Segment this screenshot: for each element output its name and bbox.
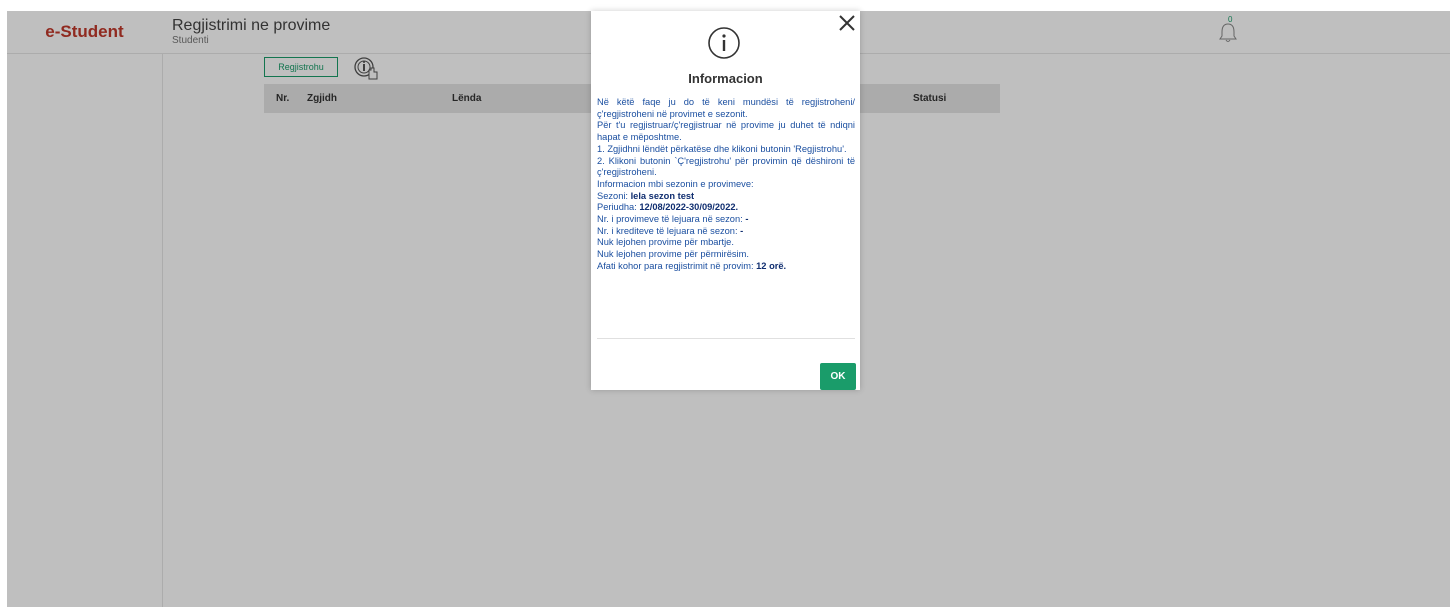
season-line: Sezoni: Iela sezon test <box>597 191 855 203</box>
close-icon[interactable] <box>838 14 856 32</box>
modal-title: Informacion <box>688 71 763 86</box>
period-label: Periudha: <box>597 202 640 213</box>
season-value: Iela sezon test <box>630 190 695 201</box>
info-line: Në këtë faqe ju do të keni mundësi të re… <box>597 97 855 119</box>
info-line: 1. Zgjidhni lëndët përkatëse dhe klikoni… <box>597 143 847 154</box>
period-value: 12/08/2022-30/09/2022. <box>639 202 739 213</box>
deadline-label: Afati kohor para regjistrimit në provim: <box>597 260 757 271</box>
modal-divider <box>597 338 855 339</box>
info-modal: Informacion Në këtë faqe ju do të keni m… <box>591 11 860 390</box>
info-line: Për t'u regjistruar/ç'regjistruar në pro… <box>597 120 855 143</box>
exams-allowed-label: Nr. i provimeve të lejuara në sezon: <box>597 214 746 225</box>
season-label: Sezoni: <box>597 190 631 201</box>
exams-allowed-line: Nr. i provimeve të lejuara në sezon: - <box>597 214 855 226</box>
info-line: Informacion mbi sezonin e provimeve: <box>597 178 754 189</box>
modal-body: Në këtë faqe ju do të keni mundësi të re… <box>597 97 855 273</box>
period-line: Periudha: 12/08/2022-30/09/2022. <box>597 202 855 214</box>
info-icon <box>708 27 740 59</box>
credits-allowed-label: Nr. i krediteve të lejuara në sezon: <box>597 225 741 236</box>
exams-allowed-value: - <box>745 214 749 225</box>
deadline-value: 12 orë. <box>756 260 787 271</box>
ok-button[interactable]: OK <box>820 363 856 390</box>
deadline-line: Afati kohor para regjistrimit në provim:… <box>597 261 855 273</box>
note-transfer: Nuk lejohen provime për mbartje. <box>597 237 734 248</box>
info-line: 2. Klikoni butonin `Ç'regjistrohu' për p… <box>597 155 855 178</box>
credits-allowed-line: Nr. i krediteve të lejuara në sezon: - <box>597 226 855 238</box>
note-improve: Nuk lejohen provime për përmirësim. <box>597 249 749 260</box>
credits-allowed-value: - <box>740 225 744 236</box>
